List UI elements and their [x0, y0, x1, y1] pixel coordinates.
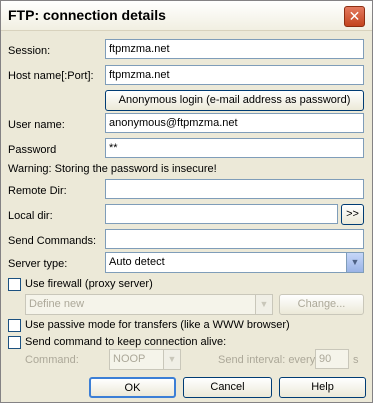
session-label: Session:	[8, 45, 51, 57]
password-warning: Warning: Storing the password is insecur…	[8, 163, 217, 175]
firewall-checkbox-label: Use firewall (proxy server)	[25, 278, 153, 290]
keepalive-command-value: NOOP	[113, 353, 146, 365]
title-bar: FTP: connection details ✕	[1, 1, 372, 31]
local-dir-field[interactable]	[105, 204, 338, 224]
firewall-select[interactable]: Define new ▼	[25, 294, 273, 315]
firewall-select-value: Define new	[29, 298, 85, 310]
firewall-checkbox[interactable]	[8, 278, 21, 291]
passive-mode-checkbox[interactable]	[8, 319, 21, 332]
remote-dir-label: Remote Dir:	[8, 185, 67, 197]
keepalive-command-label: Command:	[25, 354, 79, 366]
browse-local-dir-button[interactable]: >>	[341, 204, 364, 225]
change-firewall-button[interactable]: Change...	[279, 294, 364, 315]
local-dir-label: Local dir:	[8, 210, 53, 222]
close-button[interactable]: ✕	[344, 6, 365, 27]
password-field[interactable]: **	[105, 138, 364, 158]
dialog-title: FTP: connection details	[8, 7, 166, 23]
username-label: User name:	[8, 119, 65, 131]
chevron-down-icon: ▼	[255, 295, 272, 314]
passive-mode-label: Use passive mode for transfers (like a W…	[25, 319, 290, 331]
server-type-select[interactable]: Auto detect ▼	[105, 252, 364, 273]
send-interval-label: Send interval: every	[218, 354, 316, 366]
keepalive-command-select[interactable]: NOOP ▼	[109, 349, 181, 370]
close-icon: ✕	[348, 8, 361, 24]
send-interval-field[interactable]: 90	[315, 349, 349, 369]
remote-dir-field[interactable]	[105, 179, 364, 199]
session-field[interactable]: ftpmzma.net	[105, 39, 364, 59]
send-commands-label: Send Commands:	[8, 235, 97, 247]
send-interval-unit: s	[353, 354, 359, 366]
cancel-button[interactable]: Cancel	[183, 377, 272, 398]
ftp-connection-dialog: FTP: connection details ✕ Session: ftpmz…	[0, 0, 373, 403]
send-commands-field[interactable]	[105, 229, 364, 249]
chevron-down-icon: ▼	[346, 253, 363, 272]
keepalive-checkbox[interactable]	[8, 336, 21, 349]
help-button[interactable]: Help	[279, 377, 366, 398]
anonymous-login-button[interactable]: Anonymous login (e-mail address as passw…	[105, 90, 364, 111]
ok-button[interactable]: OK	[89, 377, 176, 398]
keepalive-label: Send command to keep connection alive:	[25, 336, 227, 348]
server-type-value: Auto detect	[109, 256, 165, 268]
chevron-down-icon: ▼	[163, 350, 180, 369]
host-field[interactable]: ftpmzma.net	[105, 65, 364, 85]
host-label: Host name[:Port]:	[8, 70, 94, 82]
password-label: Password	[8, 144, 57, 156]
server-type-label: Server type:	[8, 258, 68, 270]
username-field[interactable]: anonymous@ftpmzma.net	[105, 113, 364, 133]
